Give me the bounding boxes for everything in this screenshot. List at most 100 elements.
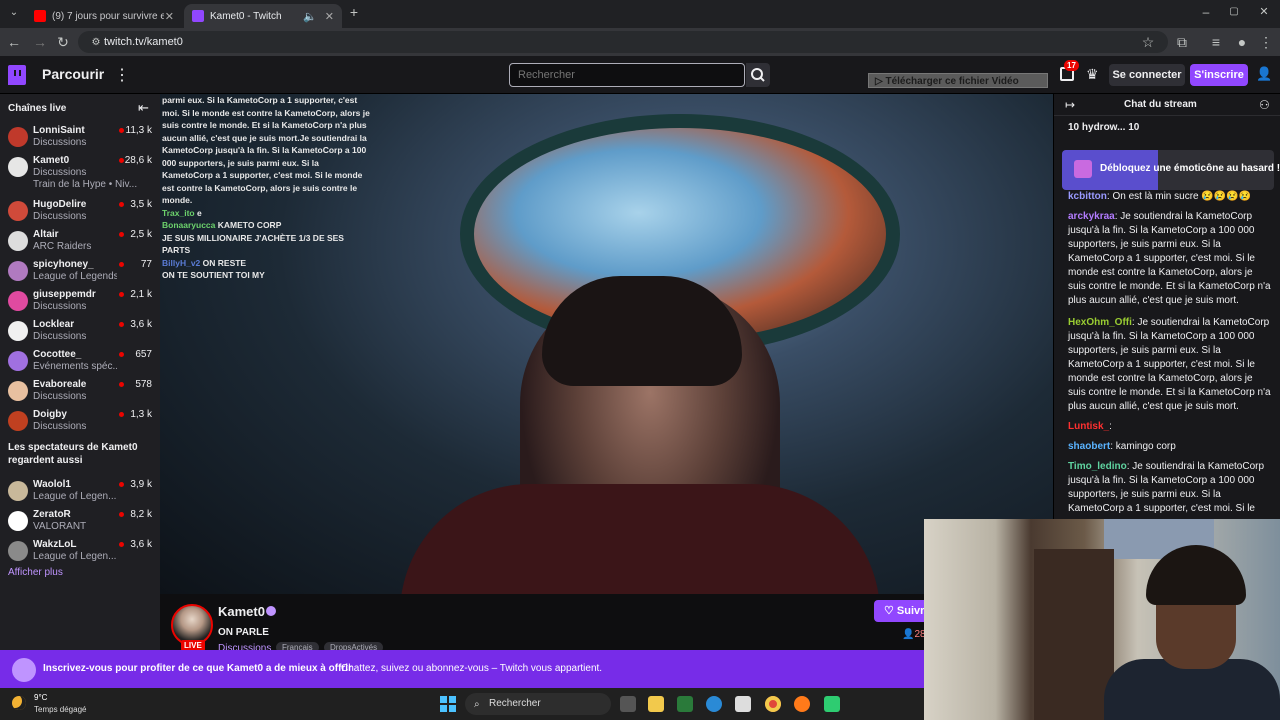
- chat-title: Chat du stream: [1124, 99, 1197, 110]
- sidebar-channel[interactable]: giuseppemdr Discussions 2,1 k: [0, 286, 160, 316]
- store-icon[interactable]: [735, 696, 751, 712]
- site-info-icon[interactable]: ⚙: [88, 35, 104, 51]
- download-video-bar[interactable]: ▷ Télécharger ce fichier Vidéo: [868, 73, 1048, 88]
- overlay-chat-user: BillyH_v2: [162, 257, 201, 268]
- firefox-icon[interactable]: [794, 696, 810, 712]
- weather-description[interactable]: Temps dégagé: [34, 705, 86, 714]
- task-view-icon[interactable]: [620, 696, 636, 712]
- chat-header: ↦ Chat du stream ⚇: [1054, 94, 1280, 116]
- avatar: [8, 511, 28, 531]
- weather-temp[interactable]: 9°C: [34, 693, 47, 702]
- browse-link[interactable]: Parcourir: [42, 66, 104, 82]
- tab-title: (9) 7 jours pour survivre en Jungle: [52, 10, 164, 22]
- sidebar-channel[interactable]: Waolol1 League of Legen... 3,9 k: [0, 476, 160, 506]
- close-tab-icon[interactable]: ✕: [165, 10, 174, 23]
- extensions-icon[interactable]: ⧉: [1174, 34, 1190, 50]
- webcam-overlay: [924, 519, 1280, 720]
- url-field[interactable]: twitch.tv/kamet0: [78, 31, 1168, 53]
- chat-username[interactable]: kcbitton: [1068, 191, 1107, 202]
- overlay-chat-text: parmi eux. Si la KametoCorp a 1 supporte…: [162, 95, 370, 205]
- user-icon[interactable]: 👤: [1256, 66, 1272, 82]
- video-player[interactable]: parmi eux. Si la KametoCorp a 1 supporte…: [160, 94, 1053, 594]
- sidebar-channel[interactable]: Cocottee_ Événements spéc... 657: [0, 346, 160, 376]
- chat-username[interactable]: Luntisk_: [1068, 421, 1109, 432]
- chat-username[interactable]: arckykraa: [1068, 211, 1115, 222]
- tab-title: Kamet0 - Twitch: [210, 10, 282, 22]
- forward-icon[interactable]: →: [32, 34, 48, 50]
- close-window-icon[interactable]: ✕: [1256, 4, 1272, 20]
- app-icon[interactable]: [824, 696, 840, 712]
- channel-name: spicyhoney_: [33, 259, 94, 270]
- channel-name: Doigby: [33, 409, 67, 420]
- chat-users-icon[interactable]: ⚇: [1259, 98, 1270, 112]
- browser-menu-icon[interactable]: ⋮: [1258, 34, 1274, 50]
- minimize-icon[interactable]: –: [1198, 4, 1214, 20]
- channel-name: Altair: [33, 229, 59, 240]
- prime-crown-icon[interactable]: ♛: [1086, 66, 1099, 83]
- avatar: [8, 231, 28, 251]
- back-icon[interactable]: ←: [6, 34, 22, 50]
- overlay-chat-line: BillyH_v2 ON RESTE: [162, 257, 372, 270]
- collapse-sidebar-icon[interactable]: ⇤: [138, 100, 149, 116]
- reload-icon[interactable]: ↻: [55, 34, 71, 50]
- live-dot-icon: [119, 352, 124, 357]
- channel-name: Evaboreale: [33, 379, 87, 390]
- sidebar-channel[interactable]: Locklear Discussions 3,6 k: [0, 316, 160, 346]
- avatar: [8, 127, 28, 147]
- sidebar-channel[interactable]: Kamet0 Discussions 28,6 k Train de la Hype …: [0, 152, 160, 190]
- signup-button[interactable]: S'inscrire: [1190, 64, 1248, 86]
- show-more-link[interactable]: Afficher plus: [8, 567, 63, 578]
- windows-start-icon[interactable]: [440, 696, 456, 712]
- also-watching-title: Les spectateurs de Kamet0 regardent auss…: [8, 442, 138, 466]
- emote-unlock-card[interactable]: Débloquez une émoticône au hasard !: [1062, 150, 1280, 190]
- sidebar-channel[interactable]: Doigby Discussions 1,3 k: [0, 406, 160, 436]
- twitch-logo-icon[interactable]: [8, 65, 26, 85]
- search-button[interactable]: [746, 63, 770, 87]
- bookmark-star-icon[interactable]: ☆: [1140, 34, 1156, 50]
- avatar: [8, 157, 28, 177]
- channel-game: Discussions: [33, 421, 87, 432]
- tab-search-icon[interactable]: ⌄: [6, 5, 22, 21]
- chrome-icon[interactable]: [765, 696, 781, 712]
- viewer-count: 👤28: [902, 629, 926, 640]
- channel-viewers: 2,1 k: [130, 289, 152, 300]
- sidebar-channel[interactable]: ZeratoR VALORANT 8,2 k: [0, 506, 160, 536]
- search-input[interactable]: [509, 63, 745, 87]
- chat-username[interactable]: HexOhm_Offi: [1068, 317, 1132, 328]
- profile-icon[interactable]: ●: [1234, 34, 1250, 50]
- new-tab-icon[interactable]: +: [346, 4, 362, 20]
- sidebar-channel[interactable]: WakzLoL League of Legen... 3,6 k: [0, 536, 160, 566]
- avatar: [8, 541, 28, 561]
- channel-game: VALORANT: [33, 521, 87, 532]
- streamer-name[interactable]: Kamet0: [218, 604, 265, 619]
- taskbar-search[interactable]: Rechercher: [465, 693, 611, 715]
- chat-username[interactable]: shaobert: [1068, 441, 1110, 452]
- media-control-icon[interactable]: ≡: [1208, 34, 1224, 50]
- tab-youtube[interactable]: (9) 7 jours pour survivre en Jungle ✕: [26, 4, 182, 28]
- taskbar-search-icon: ⌕: [474, 699, 480, 710]
- file-explorer-icon[interactable]: [648, 696, 664, 712]
- maximize-icon[interactable]: ▢: [1226, 4, 1242, 20]
- sidebar-channel[interactable]: LonniSaint Discussions 11,3 k: [0, 122, 160, 152]
- collapse-chat-icon[interactable]: ↦: [1065, 98, 1075, 112]
- sidebar-channel[interactable]: Evaboreale Discussions 578: [0, 376, 160, 406]
- channel-name: giuseppemdr: [33, 289, 96, 300]
- windows-taskbar: 9°C Temps dégagé Rechercher ⌕: [0, 688, 924, 720]
- browser-tab-bar: ⌄ (9) 7 jours pour survivre en Jungle ✕ …: [0, 0, 1280, 28]
- close-tab-icon[interactable]: ✕: [325, 10, 334, 23]
- sidebar-channel[interactable]: Altair ARC Raiders 2,5 k: [0, 226, 160, 256]
- login-button[interactable]: Se connecter: [1109, 64, 1185, 86]
- chat-message: HexOhm_Offi: Je soutiendrai la KametoCor…: [1068, 317, 1271, 412]
- avatar: [8, 411, 28, 431]
- nvidia-icon[interactable]: [677, 696, 693, 712]
- sidebar-channel[interactable]: HugoDelire Discussions 3,5 k: [0, 196, 160, 226]
- sidebar-channel[interactable]: spicyhoney_ League of Legends 77: [0, 256, 160, 286]
- overlay-chat-line: Bonaaryucca KAMETO CORP: [162, 219, 372, 232]
- speaker-icon[interactable]: 🔈: [303, 10, 317, 23]
- chat-username[interactable]: Timo_ledino: [1068, 461, 1127, 472]
- signup-banner[interactable]: Inscrivez-vous pour profiter de ce que K…: [0, 650, 924, 688]
- edge-icon[interactable]: [706, 696, 722, 712]
- moon-weather-icon[interactable]: [12, 696, 26, 710]
- tab-twitch[interactable]: Kamet0 - Twitch 🔈 ✕: [184, 4, 342, 28]
- more-menu-icon[interactable]: ⋮: [114, 65, 130, 85]
